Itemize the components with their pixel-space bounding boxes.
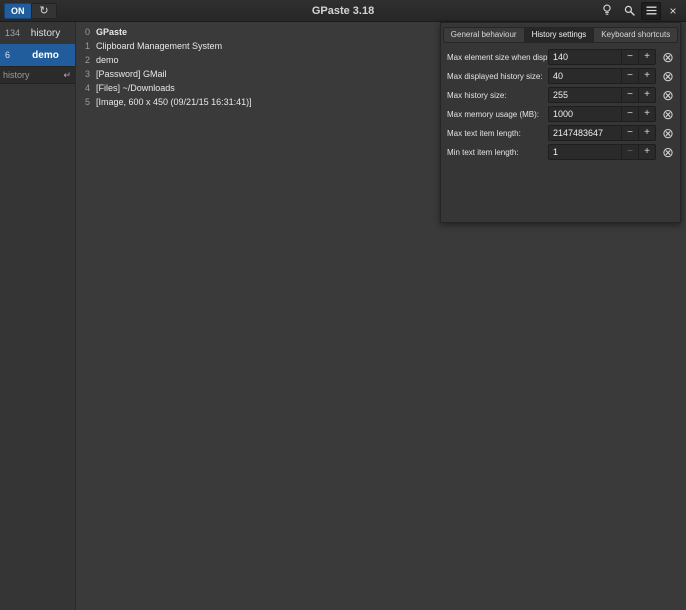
setting-label: Max memory usage (MB): bbox=[447, 110, 548, 119]
close-button[interactable]: × bbox=[663, 2, 683, 20]
reset-icon: ⊗ bbox=[662, 126, 674, 140]
reset-icon: ⊗ bbox=[662, 69, 674, 83]
clip-index: 4 bbox=[85, 83, 91, 93]
spin-plus-button[interactable]: + bbox=[638, 88, 655, 102]
spin-value-input[interactable] bbox=[549, 69, 621, 83]
clip-index: 2 bbox=[85, 55, 91, 65]
spinbutton-max-history-size: − + bbox=[548, 87, 656, 103]
settings-row: Max memory usage (MB): − + ⊗ bbox=[441, 105, 680, 123]
clip-index: 5 bbox=[85, 97, 91, 107]
reset-icon: ⊗ bbox=[662, 107, 674, 121]
search-button[interactable] bbox=[619, 2, 639, 20]
setting-label: Min text item length: bbox=[447, 148, 548, 157]
sidebar-item-demo[interactable]: 6 demo bbox=[0, 44, 75, 66]
reset-button[interactable]: ⊗ bbox=[660, 68, 676, 84]
spin-value-input[interactable] bbox=[549, 88, 621, 102]
reset-button[interactable]: ⊗ bbox=[660, 49, 676, 65]
new-history-input[interactable] bbox=[0, 70, 63, 80]
clip-text: GPaste bbox=[96, 27, 127, 37]
settings-popover: General behaviour History settings Keybo… bbox=[440, 22, 681, 223]
setting-label: Max history size: bbox=[447, 91, 548, 100]
about-button[interactable] bbox=[597, 2, 617, 20]
spin-plus-button[interactable]: + bbox=[638, 145, 655, 159]
enter-icon[interactable]: ↵ bbox=[63, 70, 75, 81]
reset-button[interactable]: ⊗ bbox=[660, 125, 676, 141]
spin-value-input[interactable] bbox=[549, 107, 621, 121]
reset-button[interactable]: ⊗ bbox=[660, 144, 676, 160]
settings-row: Max history size: − + ⊗ bbox=[441, 86, 680, 104]
spin-minus-button: − bbox=[621, 145, 638, 159]
settings-row: Max element size when displaying: − + ⊗ bbox=[441, 48, 680, 66]
spin-plus-button[interactable]: + bbox=[638, 126, 655, 140]
reset-icon: ⊗ bbox=[662, 145, 674, 159]
clip-text: demo bbox=[96, 55, 119, 65]
refresh-button[interactable]: ↻ bbox=[31, 3, 57, 19]
history-item-count: 6 bbox=[5, 50, 21, 60]
setting-label: Max text item length: bbox=[447, 129, 548, 138]
gpaste-window: ON ↻ GPaste 3.18 bbox=[0, 0, 686, 610]
spin-minus-button[interactable]: − bbox=[621, 50, 638, 64]
refresh-icon: ↻ bbox=[39, 5, 48, 17]
clip-index: 0 bbox=[85, 27, 91, 37]
settings-tabs: General behaviour History settings Keybo… bbox=[441, 23, 680, 48]
spinbutton-max-element-size: − + bbox=[548, 49, 656, 65]
spin-minus-button[interactable]: − bbox=[621, 88, 638, 102]
spin-value-input[interactable] bbox=[549, 126, 621, 140]
clip-index: 1 bbox=[85, 41, 91, 51]
tab-history-settings[interactable]: History settings bbox=[525, 27, 595, 43]
spinbutton-max-memory-usage: − + bbox=[548, 106, 656, 122]
search-icon bbox=[624, 5, 635, 18]
reset-icon: ⊗ bbox=[662, 88, 674, 102]
history-item-count: 134 bbox=[5, 28, 21, 38]
new-history-entry: ↵ bbox=[0, 66, 75, 84]
tab-keyboard-shortcuts[interactable]: Keyboard shortcuts bbox=[594, 27, 678, 43]
clip-text: [Password] GMail bbox=[96, 69, 167, 79]
clip-text: Clipboard Management System bbox=[96, 41, 222, 51]
reset-icon: ⊗ bbox=[662, 50, 674, 64]
clip-text: [Files] ~/Downloads bbox=[96, 83, 175, 93]
menu-button[interactable] bbox=[641, 2, 661, 20]
spin-plus-button[interactable]: + bbox=[638, 50, 655, 64]
spinbutton-max-displayed-history: − + bbox=[548, 68, 656, 84]
history-item-label: demo bbox=[21, 50, 70, 61]
settings-row: Max text item length: − + ⊗ bbox=[441, 124, 680, 142]
tab-general-behaviour[interactable]: General behaviour bbox=[443, 27, 525, 43]
spinbutton-max-text-length: − + bbox=[548, 125, 656, 141]
setting-label: Max element size when displaying: bbox=[447, 53, 548, 62]
history-item-label: history bbox=[21, 28, 70, 39]
window-title: GPaste 3.18 bbox=[0, 5, 686, 17]
spin-minus-button[interactable]: − bbox=[621, 69, 638, 83]
hamburger-menu-icon bbox=[646, 5, 657, 17]
spin-minus-button[interactable]: − bbox=[621, 126, 638, 140]
tracking-on-toggle[interactable]: ON bbox=[4, 3, 32, 19]
reset-button[interactable]: ⊗ bbox=[660, 87, 676, 103]
sidebar-item-history[interactable]: 134 history bbox=[0, 22, 75, 44]
spinbutton-min-text-length: − + bbox=[548, 144, 656, 160]
clip-index: 3 bbox=[85, 69, 91, 79]
clip-text: [Image, 600 x 450 (09/21/15 16:31:41)] bbox=[96, 97, 252, 107]
spin-plus-button[interactable]: + bbox=[638, 69, 655, 83]
spin-plus-button[interactable]: + bbox=[638, 107, 655, 121]
lightbulb-icon bbox=[602, 4, 612, 18]
titlebar-actions: × bbox=[597, 2, 683, 20]
settings-row: Max displayed history size: − + ⊗ bbox=[441, 67, 680, 85]
spin-minus-button[interactable]: − bbox=[621, 107, 638, 121]
history-sidebar: 134 history 6 demo ↵ bbox=[0, 22, 76, 610]
setting-label: Max displayed history size: bbox=[447, 72, 548, 81]
spin-value-input[interactable] bbox=[549, 50, 621, 64]
reset-button[interactable]: ⊗ bbox=[660, 106, 676, 122]
settings-row: Min text item length: − + ⊗ bbox=[441, 143, 680, 161]
titlebar: ON ↻ GPaste 3.18 bbox=[0, 0, 686, 22]
close-icon: × bbox=[669, 5, 676, 17]
spin-value-input[interactable] bbox=[549, 145, 621, 159]
